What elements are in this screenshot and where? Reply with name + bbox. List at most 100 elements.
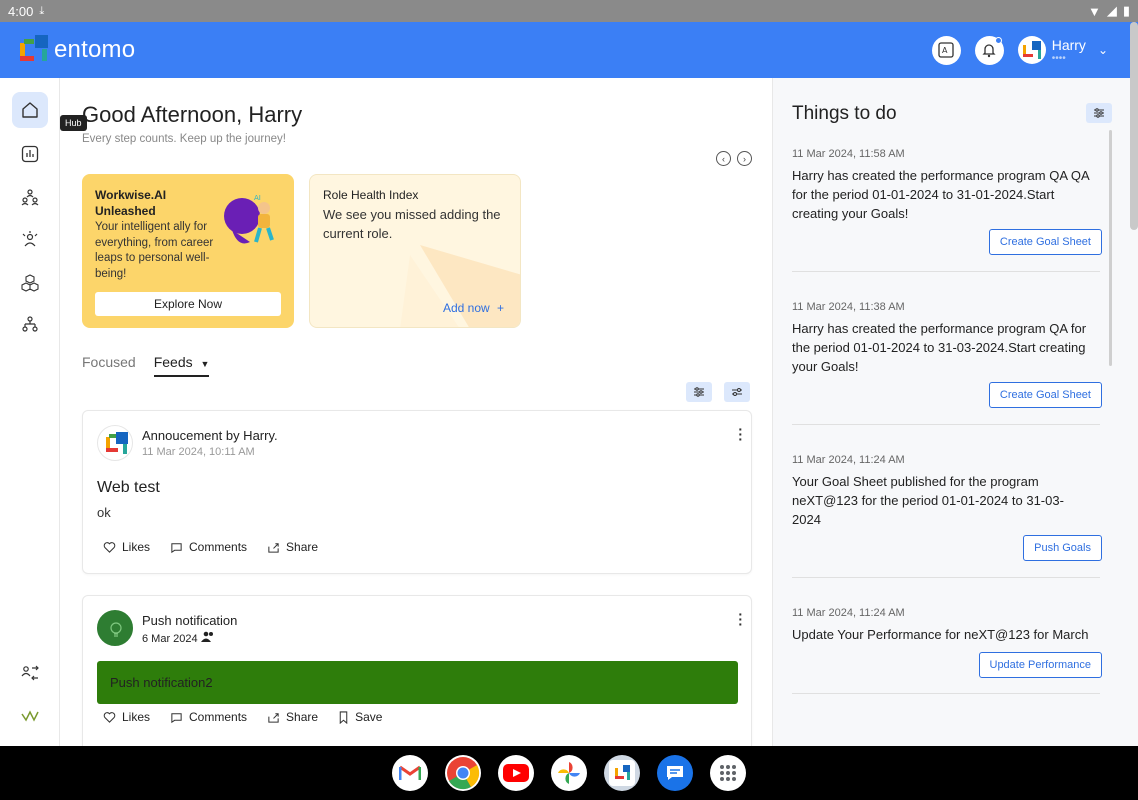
todo-date: 11 Mar 2024, 11:24 AM bbox=[792, 607, 905, 619]
like-label: Likes bbox=[122, 710, 151, 724]
comment-label: Comments bbox=[189, 540, 248, 554]
post-avatar bbox=[97, 425, 133, 461]
push-goals-button[interactable]: Push Goals bbox=[1023, 535, 1102, 561]
more-options-icon[interactable]: · · · bbox=[738, 422, 743, 446]
post-date: 11 Mar 2024, 10:11 AM bbox=[142, 446, 255, 458]
caret-down-icon: ▼ bbox=[200, 359, 210, 369]
page-subtitle: Every step counts. Keep up the journey! bbox=[82, 133, 286, 145]
sidebar-item-person[interactable] bbox=[12, 222, 48, 258]
signal-icon: ◢ bbox=[1106, 3, 1117, 18]
card-description: We see you missed adding the current rol… bbox=[323, 207, 501, 241]
comment-button[interactable]: Comments bbox=[170, 710, 247, 724]
update-performance-button[interactable]: Update Performance bbox=[978, 652, 1102, 678]
entomo-app-icon[interactable] bbox=[604, 755, 640, 791]
share-button[interactable]: Share bbox=[267, 710, 318, 724]
create-goal-sheet-button[interactable]: Create Goal Sheet bbox=[988, 382, 1102, 408]
tab-focused[interactable]: Focused bbox=[82, 354, 136, 377]
save-label: Save bbox=[355, 710, 383, 724]
messages-app-icon[interactable] bbox=[657, 755, 693, 791]
chevron-left-icon[interactable]: ‹ bbox=[716, 151, 731, 166]
group-icon bbox=[200, 631, 213, 642]
sidebar-item-switch[interactable] bbox=[12, 655, 48, 691]
sliders-icon bbox=[1094, 108, 1104, 118]
feed-tabs: Focused Feeds ▼ bbox=[82, 354, 210, 377]
post-date: 6 Mar 2024 bbox=[142, 631, 215, 645]
user-subtitle: •••• bbox=[1051, 52, 1066, 64]
share-icon bbox=[268, 712, 279, 723]
tab-feeds[interactable]: Feeds ▼ bbox=[153, 354, 210, 377]
share-button[interactable]: Share bbox=[267, 540, 318, 554]
ai-illustration-icon: AI bbox=[224, 194, 274, 244]
divider bbox=[792, 577, 1100, 578]
notifications-button[interactable] bbox=[974, 35, 1004, 65]
save-button[interactable]: Save bbox=[338, 710, 382, 724]
like-label: Likes bbox=[122, 540, 151, 554]
panel-scrollbar[interactable] bbox=[1109, 130, 1112, 366]
card-title: Role Health Index bbox=[323, 188, 419, 202]
post-body: ok bbox=[97, 505, 111, 520]
chrome-app-icon[interactable] bbox=[445, 755, 481, 791]
tab-feeds-label: Feeds bbox=[153, 354, 193, 370]
taskbar-dock bbox=[0, 746, 1138, 800]
explore-now-button[interactable]: Explore Now bbox=[95, 292, 281, 316]
feed-post: Annoucement by Harry. 11 Mar 2024, 10:11… bbox=[82, 410, 752, 574]
filter-button[interactable] bbox=[686, 382, 712, 402]
translate-icon: A bbox=[938, 42, 954, 58]
divider bbox=[792, 693, 1100, 694]
comment-icon bbox=[171, 542, 182, 553]
share-label: Share bbox=[286, 710, 319, 724]
card-description: Your intelligent ally for everything, fr… bbox=[95, 221, 214, 280]
download-icon: ⤓ bbox=[39, 4, 45, 17]
app-header: entomo A Harry •••• ⌄ bbox=[0, 22, 1138, 78]
sidebar-item-hub[interactable]: Hub bbox=[12, 92, 87, 131]
heart-icon bbox=[103, 711, 116, 723]
more-options-icon[interactable]: · · · bbox=[738, 607, 743, 631]
post-actions: Likes Comments Share bbox=[103, 540, 338, 554]
main-content: Good Afternoon, Harry Every step counts.… bbox=[60, 78, 772, 746]
feed-filters bbox=[686, 382, 750, 402]
photos-app-icon[interactable] bbox=[551, 755, 587, 791]
sidebar-item-team[interactable] bbox=[12, 179, 48, 215]
divider bbox=[792, 424, 1100, 425]
page-title: Good Afternoon, Harry bbox=[82, 102, 303, 127]
todo-date: 11 Mar 2024, 11:38 AM bbox=[792, 301, 905, 313]
post-heading: Web test bbox=[97, 479, 160, 496]
home-icon bbox=[22, 102, 38, 118]
todo-item: 11 Mar 2024, 11:38 AM Harry has created … bbox=[792, 301, 1102, 411]
sidebar-item-org[interactable] bbox=[12, 307, 48, 343]
comment-button[interactable]: Comments bbox=[170, 540, 247, 554]
divider bbox=[792, 271, 1100, 272]
like-button[interactable]: Likes bbox=[103, 710, 150, 724]
translate-button[interactable]: A bbox=[931, 35, 961, 65]
todo-item: 11 Mar 2024, 11:24 AM Update Your Perfor… bbox=[792, 607, 1102, 687]
panel-filter-button[interactable] bbox=[1086, 103, 1112, 123]
plus-icon: + bbox=[497, 301, 505, 315]
app-drawer-icon[interactable] bbox=[710, 755, 746, 791]
todo-date: 11 Mar 2024, 11:24 AM bbox=[792, 454, 905, 466]
sidebar-item-analytics[interactable] bbox=[12, 136, 48, 172]
post-title: Annoucement by Harry. bbox=[142, 428, 278, 443]
app-logo[interactable]: entomo bbox=[20, 35, 135, 65]
gmail-app-icon[interactable] bbox=[392, 755, 428, 791]
bookmark-icon bbox=[339, 710, 348, 724]
sidebar-item-pulse[interactable] bbox=[12, 698, 48, 734]
todo-date: 11 Mar 2024, 11:58 AM bbox=[792, 148, 905, 160]
add-now-link[interactable]: Add now + bbox=[443, 301, 504, 315]
chevron-right-icon[interactable]: › bbox=[737, 151, 752, 166]
workwise-card: Workwise.AI Unleashed Your intelligent a… bbox=[82, 174, 294, 328]
chart-icon bbox=[21, 145, 39, 163]
sidebar-item-modules[interactable] bbox=[12, 265, 48, 301]
todo-text: Harry has created the performance progra… bbox=[792, 168, 1089, 221]
bell-icon bbox=[982, 44, 996, 58]
create-goal-sheet-button[interactable]: Create Goal Sheet bbox=[988, 229, 1102, 255]
youtube-app-icon[interactable] bbox=[498, 755, 534, 791]
page-scrollbar[interactable] bbox=[1130, 22, 1138, 230]
user-menu[interactable]: Harry •••• ⌄ bbox=[1017, 36, 1108, 64]
like-button[interactable]: Likes bbox=[103, 540, 150, 554]
comment-label: Comments bbox=[189, 710, 248, 724]
add-now-label: Add now bbox=[443, 301, 490, 315]
post-actions: Likes Comments Share Save bbox=[103, 710, 402, 724]
sort-button[interactable] bbox=[724, 382, 750, 402]
post-title: Push notification bbox=[142, 613, 238, 628]
chevron-down-icon: ⌄ bbox=[1097, 43, 1108, 57]
